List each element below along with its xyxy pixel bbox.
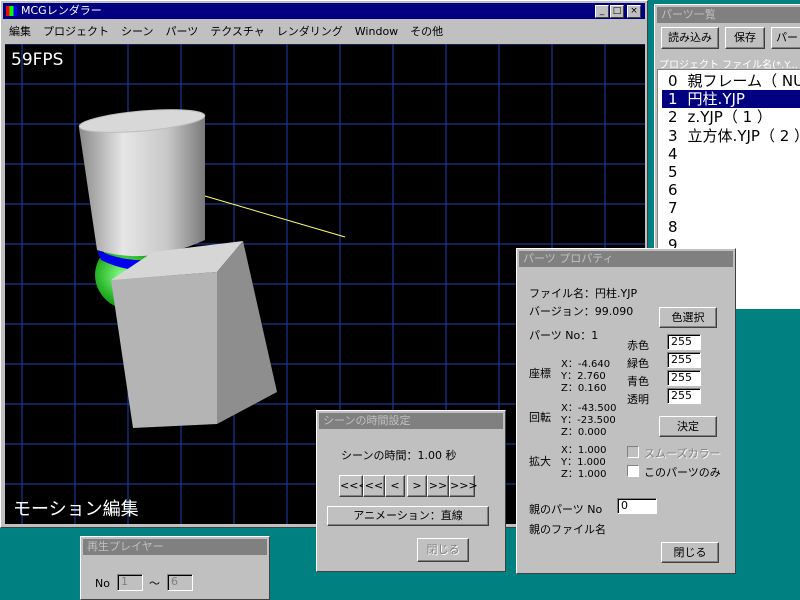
list-item[interactable]: 2 z.YJP（ 1 ） <box>662 108 800 126</box>
player-to-input[interactable]: 6 <box>167 574 193 591</box>
maximize-button[interactable]: □ <box>610 5 624 18</box>
app-icon <box>6 6 17 16</box>
parts-list-title: パーツ一覧 <box>661 8 716 21</box>
parts-no-label: パーツ No：1 <box>529 329 599 342</box>
list-item[interactable]: 8 <box>662 218 800 236</box>
menu-bar: 編集 プロジェクト シーン パーツ テクスチャ レンダリング Window その他 <box>3 23 643 42</box>
menu-rendering[interactable]: レンダリング <box>271 23 349 41</box>
this-part-only-checkbox[interactable] <box>627 465 639 477</box>
list-item-no: 8 <box>668 217 678 236</box>
green-input[interactable]: 255 <box>667 352 701 368</box>
list-item-no: 1 <box>668 90 678 109</box>
menu-parts[interactable]: パーツ <box>159 23 204 41</box>
fps-counter: 59FPS <box>11 50 64 70</box>
red-input[interactable]: 255 <box>667 334 701 350</box>
properties-close-button[interactable]: 閉じる <box>661 542 719 563</box>
apply-button[interactable]: 決定 <box>659 416 717 437</box>
scale-label: 拡大 <box>529 455 551 468</box>
rotation-z: Z：0.000 <box>561 427 607 438</box>
player-tilde: 〜 <box>149 577 160 590</box>
color-select-button[interactable]: 色選択 <box>659 307 717 328</box>
list-item-no: 7 <box>668 199 678 218</box>
list-item[interactable]: 1 円柱.YJP <box>662 90 800 109</box>
menu-window[interactable]: Window <box>349 23 404 41</box>
cylinder-part <box>79 116 205 257</box>
menu-edit[interactable]: 編集 <box>3 23 37 41</box>
alpha-label: 透明 <box>627 393 649 406</box>
main-window-titlebar[interactable]: MCGレンダラー <box>3 3 645 19</box>
list-item-no: 3 <box>668 126 678 145</box>
close-button[interactable]: × <box>627 5 641 18</box>
main-window-title: MCGレンダラー <box>21 4 102 17</box>
red-label: 赤色 <box>627 339 649 352</box>
nav-prev-button[interactable]: < <box>385 475 405 497</box>
list-item-no: 6 <box>668 181 678 200</box>
menu-project[interactable]: プロジェクト <box>37 23 115 41</box>
list-item[interactable]: 5 <box>662 163 800 181</box>
player-window: 再生プレイヤー No 1 〜 6 <box>80 536 270 600</box>
list-item-name: z.YJP（ 1 ） <box>687 108 772 127</box>
nav-last-button[interactable]: >>> <box>449 475 478 497</box>
scale-z: Z：1.000 <box>561 469 607 480</box>
green-label: 緑色 <box>627 357 649 370</box>
player-no-label: No <box>95 577 110 590</box>
nav-prev-fast-button[interactable]: << <box>363 475 385 497</box>
scene-time-window: シーンの時間設定 シーンの時間：1.00 秒 <<< << < > >> >>>… <box>316 410 506 572</box>
nav-first-button[interactable]: <<< <box>339 475 368 497</box>
rotation-label: 回転 <box>529 411 551 424</box>
parts-button[interactable]: パー <box>771 27 800 49</box>
scene-time-title: シーンの時間設定 <box>323 414 411 427</box>
parts-list-titlebar[interactable]: パーツ一覧 <box>657 7 800 23</box>
list-item-no: 0 <box>668 72 678 90</box>
list-item-name: 円柱.YJP <box>687 90 745 109</box>
menu-texture[interactable]: テクスチャ <box>204 23 271 41</box>
file-name-label: ファイル名：円柱.YJP <box>529 287 638 300</box>
minimize-button[interactable]: _ <box>595 5 609 18</box>
list-item[interactable]: 7 <box>662 199 800 217</box>
animation-mode-button[interactable]: アニメーション：直線 <box>327 506 489 526</box>
properties-window: パーツ プロパティ ファイル名：円柱.YJP バージョン：99.090 色選択 … <box>516 248 736 574</box>
parent-parts-label: 親のパーツ No <box>529 503 603 516</box>
mode-label: モーション編集 <box>13 499 139 520</box>
menu-scene[interactable]: シーン <box>115 23 159 41</box>
list-item[interactable]: 4 <box>662 145 800 163</box>
parent-parts-input[interactable]: 0 <box>617 498 657 514</box>
axis-line <box>204 195 346 238</box>
parent-file-label: 親のファイル名 <box>529 523 606 536</box>
this-part-only-label: このパーツのみ <box>644 466 721 479</box>
smooth-color-checkbox[interactable] <box>627 446 639 458</box>
load-button[interactable]: 読み込み <box>661 27 719 49</box>
nav-next-button[interactable]: > <box>407 475 427 497</box>
menu-other[interactable]: その他 <box>404 23 449 41</box>
scene-time-close-button[interactable]: 閉じる <box>417 538 469 562</box>
cube-front <box>111 272 217 428</box>
properties-titlebar[interactable]: パーツ プロパティ <box>519 251 733 267</box>
properties-title: パーツ プロパティ <box>523 252 614 265</box>
player-from-input[interactable]: 1 <box>117 574 143 591</box>
list-item-no: 5 <box>668 163 678 181</box>
list-item-no: 4 <box>668 144 678 163</box>
list-item-name: 親フレーム（ NU <box>687 72 800 90</box>
smooth-color-label: スムーズカラー <box>644 447 721 460</box>
list-item[interactable]: 0 親フレーム（ NU <box>662 72 800 90</box>
list-item[interactable]: 6 <box>662 181 800 199</box>
cube-right <box>217 241 277 424</box>
scene-time-titlebar[interactable]: シーンの時間設定 <box>319 413 503 429</box>
save-button[interactable]: 保存 <box>725 27 765 49</box>
player-titlebar[interactable]: 再生プレイヤー <box>83 539 267 555</box>
position-label: 座標 <box>529 367 551 380</box>
nav-next-fast-button[interactable]: >> <box>427 475 449 497</box>
blue-input[interactable]: 255 <box>667 370 701 386</box>
version-label: バージョン：99.090 <box>529 305 634 318</box>
list-item-name: 立方体.YJP（ 2 ） <box>687 126 800 145</box>
player-title: 再生プレイヤー <box>87 540 164 553</box>
blue-label: 青色 <box>627 375 649 388</box>
scene-time-label: シーンの時間：1.00 秒 <box>341 449 457 462</box>
position-z: Z：0.160 <box>561 383 607 394</box>
list-item[interactable]: 3 立方体.YJP（ 2 ） <box>662 127 800 145</box>
list-item-no: 2 <box>668 108 678 127</box>
alpha-input[interactable]: 255 <box>667 388 701 404</box>
